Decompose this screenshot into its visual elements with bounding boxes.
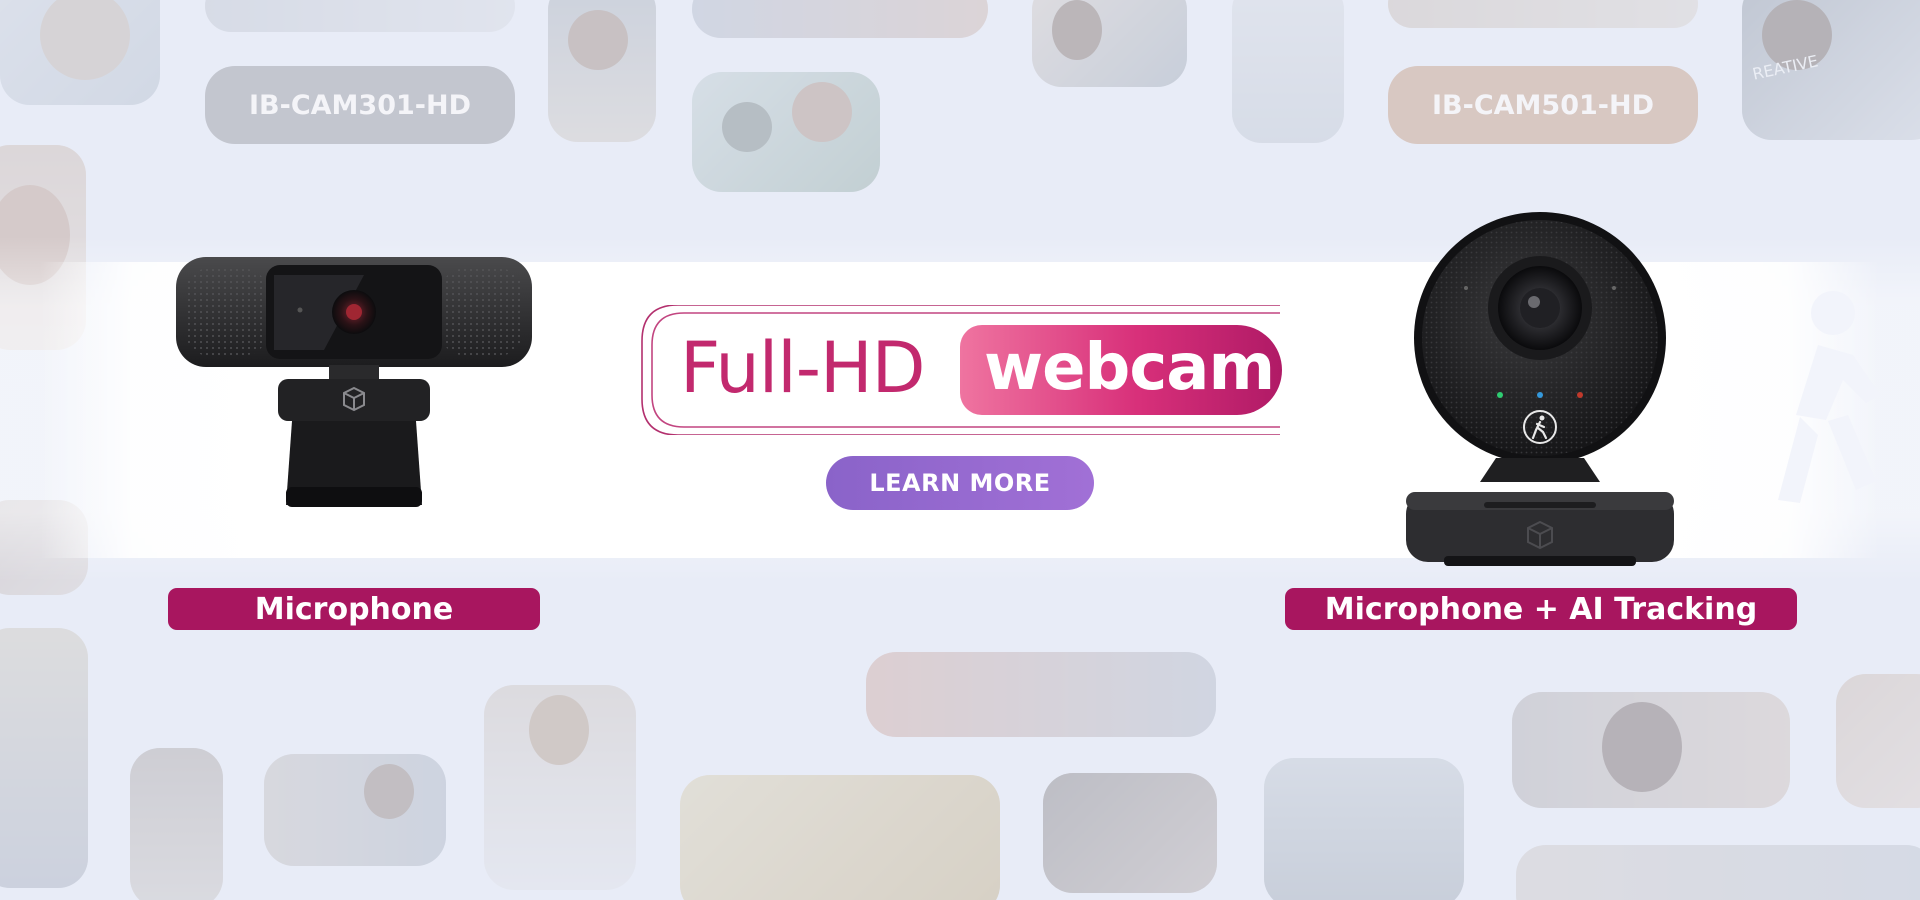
photo-tile [205, 0, 515, 32]
photo-tile: REATIVE [1742, 0, 1920, 140]
headline-part2: webcam [984, 331, 1275, 405]
walking-person-watermark-icon [1778, 291, 1880, 503]
watermark-text: REATIVE [1750, 51, 1820, 84]
feature-badge-ai-tracking: Microphone + AI Tracking [1285, 588, 1797, 630]
headline-part1: Full-HD [680, 327, 925, 409]
photo-tile [1032, 0, 1187, 87]
photo-tile [1836, 674, 1920, 808]
photo-tile [1232, 0, 1344, 143]
photo-tile [1043, 773, 1217, 893]
photo-tile [0, 0, 160, 105]
photo-tile [548, 0, 656, 142]
photo-tile [866, 652, 1216, 737]
photo-tile [1388, 0, 1698, 28]
photo-tile [680, 775, 1000, 900]
model-tag-cam501: IB-CAM501-HD [1388, 66, 1698, 144]
photo-tile [692, 72, 880, 192]
photo-tile [484, 685, 636, 890]
model-tag-cam301: IB-CAM301-HD [205, 66, 515, 144]
photo-tile [264, 754, 446, 866]
photo-tile [0, 628, 88, 888]
photo-tile [130, 748, 223, 900]
hero-banner: REATIVE IB-CAM301-HD IB-CAM501-HD Full-H… [0, 0, 1920, 900]
feature-badge-microphone: Microphone [168, 588, 540, 630]
learn-more-button[interactable]: LEARN MORE [826, 456, 1094, 510]
photo-tile [1512, 692, 1790, 808]
photo-tile [1516, 845, 1920, 900]
photo-tile [1264, 758, 1464, 900]
photo-tile [692, 0, 988, 38]
webcam-cam301-image [174, 255, 534, 520]
headline: Full-HD webcam [640, 305, 1282, 435]
webcam-cam501-image [1404, 210, 1676, 570]
